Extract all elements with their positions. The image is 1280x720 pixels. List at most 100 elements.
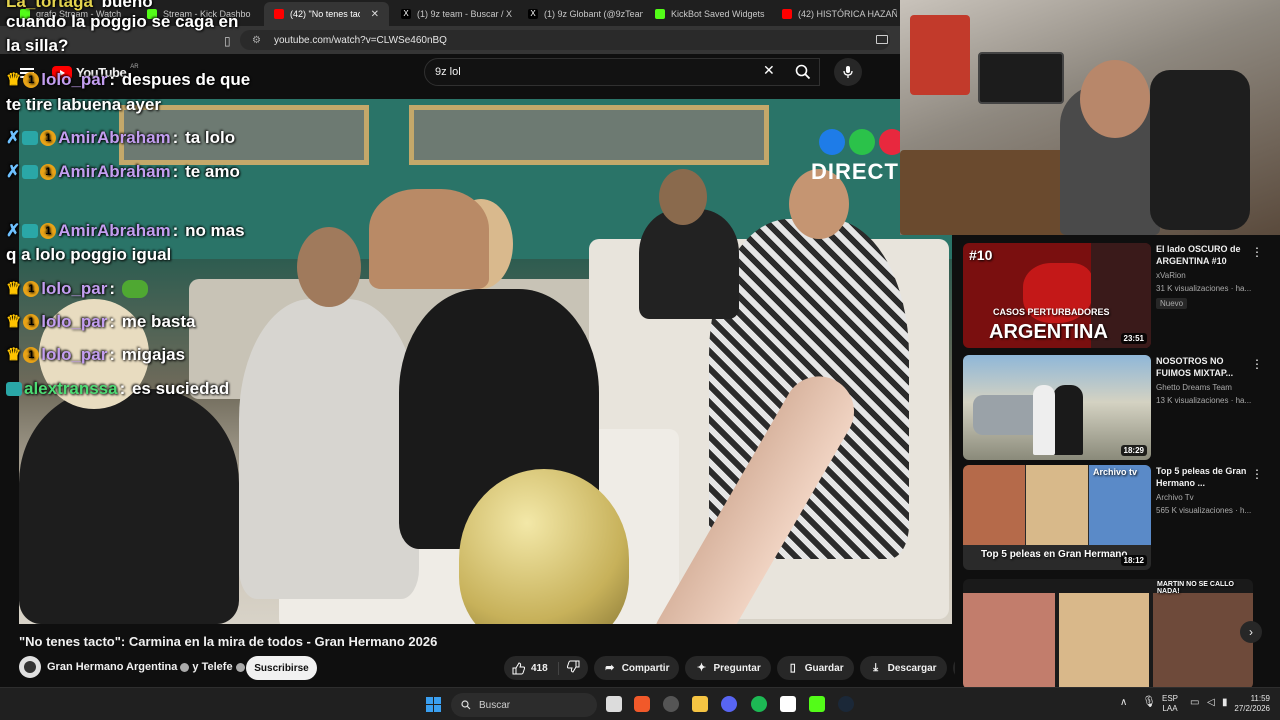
recommendation-channel: xVaRion xyxy=(1156,271,1186,280)
discord-icon[interactable] xyxy=(721,696,737,712)
battery-icon[interactable]: ▮ xyxy=(1222,698,1228,708)
site-info-icon[interactable]: ⚙ xyxy=(252,35,264,46)
more-options-icon[interactable]: ⋮ xyxy=(1251,467,1263,481)
recommendation-item[interactable]: MARTIN NO SE CALLO NADA! › xyxy=(963,571,1273,689)
youtube-favicon-icon xyxy=(782,9,792,19)
grid-badge-icon xyxy=(22,165,39,179)
crown-badge-icon: ♛ xyxy=(6,70,22,89)
search-icon xyxy=(461,700,471,710)
bookmark-icon[interactable]: ▯ xyxy=(224,34,231,48)
recommendation-thumbnail[interactable]: 18:29 xyxy=(963,355,1151,460)
thumbs-down-icon xyxy=(566,660,580,673)
clock[interactable]: 11:59 27/2/2026 xyxy=(1234,694,1270,714)
bookmark-icon: ▯ xyxy=(789,662,796,674)
live-overlay-label: DIRECT xyxy=(811,159,899,184)
crown-badge-icon: ♛ xyxy=(6,279,22,298)
video-person xyxy=(239,299,419,599)
chat-message-continued: te tire labuena ayer xyxy=(6,95,161,114)
tab-x-search[interactable]: X (1) 9z team - Buscar / X xyxy=(391,2,516,26)
verified-icon xyxy=(180,662,190,672)
kick-icon[interactable] xyxy=(809,696,825,712)
clear-search-icon[interactable]: ✕ xyxy=(763,62,775,79)
chat-message: alextranssa: es suciedad xyxy=(6,379,229,399)
network-icon[interactable]: ▭ xyxy=(1190,698,1199,708)
recommendation-thumbnail[interactable]: Archivo tv Top 5 peleas en Gran Hermano … xyxy=(963,465,1151,570)
voice-search-button[interactable] xyxy=(834,58,862,86)
chat-message: ♛ 1 lolo_par: xyxy=(6,279,148,299)
sub-badge-icon: 1 xyxy=(23,72,40,88)
chat-message-continued: cuando la poggio se caga en xyxy=(6,12,239,31)
save-button[interactable]: ▯ Guardar xyxy=(776,656,854,680)
recommendation-item[interactable]: Archivo tv Top 5 peleas en Gran Hermano … xyxy=(963,457,1273,570)
video-scene-mirror xyxy=(409,105,769,165)
search-button[interactable] xyxy=(786,58,820,86)
recommendation-item[interactable]: #10 CASOS PERTURBADORES ARGENTINA 23:51 … xyxy=(963,235,1273,348)
like-button[interactable]: 418 xyxy=(512,661,559,675)
chat-message: ✗ 1 AmirAbraham: ta lolo xyxy=(6,128,236,147)
chat-message-continued: la silla? xyxy=(6,36,69,55)
download-button[interactable]: ⤓ Descargar xyxy=(859,656,947,680)
dislike-button[interactable] xyxy=(559,660,588,676)
cast-icon[interactable] xyxy=(876,35,888,44)
channel-name[interactable]: Gran Hermano Argentina xyxy=(47,661,177,673)
new-badge: Nuevo xyxy=(1156,298,1188,309)
webcam-chair xyxy=(1150,70,1250,230)
tab-kickbot[interactable]: KickBot Saved Widgets xyxy=(645,2,770,26)
channel-row: Gran Hermano Argentina y Telefe xyxy=(19,656,248,678)
share-icon: ➦ xyxy=(605,662,615,674)
capcut-icon[interactable] xyxy=(780,696,796,712)
channel-collab-name[interactable]: y Telefe xyxy=(192,661,232,673)
screen: grafo Stream - Watch Stream - Kick Dashb… xyxy=(0,0,1280,720)
x-favicon-icon: X xyxy=(528,9,538,19)
video-person xyxy=(369,189,489,289)
thumbs-up-icon xyxy=(512,661,525,674)
input-language[interactable]: ESP LAA xyxy=(1162,694,1178,714)
telefe-logo xyxy=(819,129,905,155)
tab-youtube-active[interactable]: (42) "No tenes tacto"✕ xyxy=(264,2,389,26)
more-options-icon[interactable]: ⋮ xyxy=(1251,245,1263,259)
close-tab-icon[interactable]: ✕ xyxy=(371,9,379,20)
obs-icon[interactable] xyxy=(663,696,679,712)
recommendation-item[interactable]: 18:29 NOSOTROS NO FUIMOS MIXTAP... Ghett… xyxy=(963,347,1273,460)
more-options-icon[interactable]: ⋮ xyxy=(1251,357,1263,371)
grid-badge-icon xyxy=(22,131,39,145)
sub-badge-icon: 1 xyxy=(23,314,40,330)
sub-badge-icon: 1 xyxy=(40,130,57,146)
tab-youtube-hazana[interactable]: (42) HISTÓRICA HAZAÑA xyxy=(772,2,897,26)
microphone-icon xyxy=(843,66,853,78)
sword-badge-icon: ✗ xyxy=(6,162,21,181)
streamer-webcam xyxy=(900,0,1280,235)
sword-badge-icon: ✗ xyxy=(6,221,21,240)
windows-start-icon[interactable] xyxy=(426,697,441,712)
like-dislike-group: 418 xyxy=(504,656,588,680)
url-field[interactable]: ⚙ youtube.com/watch?v=CLWSe460nBQ xyxy=(240,30,890,50)
next-arrow-icon[interactable]: › xyxy=(1240,621,1262,643)
chat-message: ✗ 1 AmirAbraham: no mas xyxy=(6,221,245,240)
recommendations-panel: #10 CASOS PERTURBADORES ARGENTINA 23:51 … xyxy=(955,235,1280,689)
action-bar: 418 ➦ Compartir ✦ Preguntar ▯ Guardar ⤓ Desc… xyxy=(504,656,977,680)
chat-message: ♛ 1 lolo_par: migajas xyxy=(6,345,186,364)
volume-icon[interactable]: ◁ xyxy=(1207,698,1215,708)
recommendation-channel: Archivo Tv xyxy=(1156,493,1194,502)
taskbar-search[interactable]: Buscar xyxy=(451,693,597,717)
recommendation-thumbnail[interactable]: MARTIN NO SE CALLO NADA! xyxy=(963,579,1253,689)
brave-browser-icon[interactable] xyxy=(634,696,650,712)
microphone-tray-icon[interactable]: 🎙 xyxy=(1142,697,1156,708)
tray-overflow-icon[interactable]: ∧ xyxy=(1120,698,1127,708)
crown-badge-icon: ♛ xyxy=(6,312,22,331)
steam-icon[interactable] xyxy=(838,696,854,712)
search-input[interactable]: 9z lol xyxy=(424,58,820,86)
windows-taskbar: Buscar ∧ 🎙 ESP LAA ▭ ◁ ▮ 11:59 27/2/2026 xyxy=(0,687,1280,720)
kickbot-favicon-icon xyxy=(655,9,665,19)
spotify-icon[interactable] xyxy=(751,696,767,712)
tab-x-profile[interactable]: X (1) 9z Globant (@9zTeam) xyxy=(518,2,643,26)
share-button[interactable]: ➦ Compartir xyxy=(593,656,680,680)
webcam-person-head xyxy=(1080,60,1150,138)
ask-button[interactable]: ✦ Preguntar xyxy=(685,656,771,680)
subscribe-button[interactable]: Suscribirse xyxy=(246,656,317,680)
file-explorer-icon[interactable] xyxy=(692,696,708,712)
grid-badge-icon xyxy=(6,382,22,396)
channel-avatar[interactable] xyxy=(19,656,41,678)
recommendation-thumbnail[interactable]: #10 CASOS PERTURBADORES ARGENTINA 23:51 xyxy=(963,243,1151,348)
task-view-icon[interactable] xyxy=(606,696,622,712)
